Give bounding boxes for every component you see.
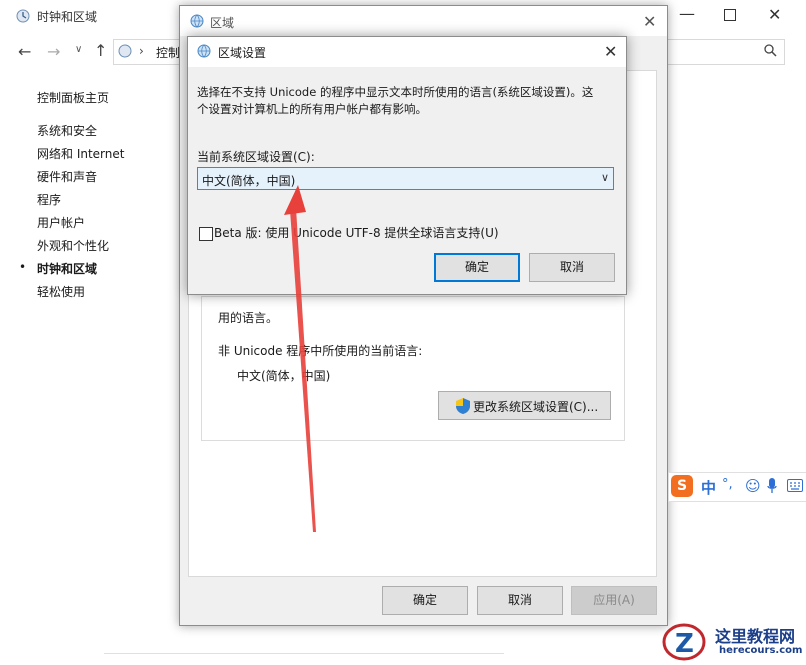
nav-item-appearance[interactable]: 外观和个性化 xyxy=(37,237,109,254)
dialog-cancel-button[interactable]: 取消 xyxy=(529,253,615,282)
uac-shield-icon xyxy=(456,398,470,417)
change-button-label: 更改系统区域设置(C)... xyxy=(473,400,599,414)
dialog-close-icon[interactable]: ✕ xyxy=(604,42,617,61)
breadcrumb-separator: › xyxy=(139,44,144,58)
search-box[interactable] xyxy=(664,39,785,65)
non-unicode-value: 中文(简体，中国) xyxy=(237,369,331,383)
nav-item-user-accounts[interactable]: 用户帐户 xyxy=(37,214,85,231)
dialog-description-line1: 选择在不支持 Unicode 的程序中显示文本时所使用的语言(系统区域设置)。这 xyxy=(197,85,594,99)
search-icon[interactable] xyxy=(764,44,777,60)
region-close-icon[interactable]: ✕ xyxy=(643,12,656,31)
change-system-locale-button[interactable]: 更改系统区域设置(C)... xyxy=(438,391,611,420)
region-titlebar: 区域 ✕ xyxy=(180,6,667,36)
dialog-title: 区域设置 xyxy=(218,46,267,60)
svg-text:Z: Z xyxy=(675,629,694,659)
beta-utf8-checkbox[interactable] xyxy=(199,227,213,241)
dialog-ok-button[interactable]: 确定 xyxy=(434,253,520,282)
nav-item-system-security[interactable]: 系统和安全 xyxy=(37,122,97,139)
nav-item-programs[interactable]: 程序 xyxy=(37,191,61,208)
dialog-globe-icon xyxy=(197,44,211,61)
watermark-title: 这里教程网 xyxy=(715,627,796,646)
chevron-down-icon[interactable]: ∨ xyxy=(75,44,82,55)
nav-home[interactable]: 控制面板主页 xyxy=(37,89,109,106)
region-title: 区域 xyxy=(210,16,235,30)
microphone-icon[interactable] xyxy=(767,478,777,497)
non-unicode-label: 非 Unicode 程序中所使用的当前语言: xyxy=(218,344,423,358)
window-title: 时钟和区域 xyxy=(37,10,98,24)
region-globe-icon xyxy=(190,14,204,31)
nav-item-hardware-sound[interactable]: 硬件和声音 xyxy=(37,168,97,185)
current-locale-label: 当前系统区域设置(C): xyxy=(197,150,315,164)
region-cancel-button[interactable]: 取消 xyxy=(477,586,563,615)
partial-description: 用的语言。 xyxy=(218,311,279,325)
chevron-down-icon: ∨ xyxy=(601,171,610,184)
region-ok-button[interactable]: 确定 xyxy=(382,586,468,615)
location-icon xyxy=(118,44,132,61)
maximize-icon[interactable] xyxy=(724,9,736,21)
minimize-icon[interactable]: — xyxy=(679,4,695,23)
forward-arrow-icon[interactable]: → xyxy=(47,42,60,61)
watermark-url: herecours.com xyxy=(719,645,803,656)
emoji-icon[interactable]: ☺ xyxy=(745,477,761,495)
close-icon[interactable]: ✕ xyxy=(768,5,781,24)
nav-item-clock-region[interactable]: 时钟和区域 xyxy=(37,260,97,277)
nav-item-ease-of-access[interactable]: 轻松使用 xyxy=(37,283,85,300)
watermark: Z 这里教程网 herecours.com xyxy=(657,620,806,663)
system-locale-value: 中文(简体，中国) xyxy=(202,174,296,188)
active-bullet-icon: • xyxy=(19,260,27,274)
non-unicode-group: 用的语言。 非 Unicode 程序中所使用的当前语言: 中文(简体，中国) 更… xyxy=(201,296,625,441)
ime-toolbar: S 中 °, ☺ xyxy=(668,472,806,502)
nav-item-network-internet[interactable]: 网络和 Internet xyxy=(37,145,124,162)
region-apply-button[interactable]: 应用(A) xyxy=(571,586,657,615)
keyboard-icon[interactable] xyxy=(787,479,803,495)
dialog-titlebar: 区域设置 ✕ xyxy=(188,37,626,67)
ime-mode-toggle[interactable]: 中 xyxy=(701,477,716,498)
divider xyxy=(104,653,504,654)
dialog-description-line2: 个设置对计算机上的所有用户帐户都有影响。 xyxy=(197,102,427,116)
beta-utf8-label[interactable]: Beta 版: 使用 Unicode UTF-8 提供全球语言支持(U) xyxy=(214,224,499,241)
ime-punctuation-toggle[interactable]: °, xyxy=(722,477,733,492)
address-bar[interactable]: › 控制 xyxy=(113,39,185,65)
control-panel-icon xyxy=(16,9,30,26)
up-arrow-icon[interactable]: ↑ xyxy=(94,41,107,60)
ime-logo-icon[interactable]: S xyxy=(671,475,693,497)
region-settings-dialog: 区域设置 ✕ 选择在不支持 Unicode 的程序中显示文本时所使用的语言(系统… xyxy=(187,36,627,295)
breadcrumb[interactable]: 控制 xyxy=(156,44,180,61)
system-locale-select[interactable]: 中文(简体，中国) ∨ xyxy=(197,167,614,190)
back-arrow-icon[interactable]: ← xyxy=(18,42,31,61)
watermark-logo-icon: Z xyxy=(661,622,707,665)
